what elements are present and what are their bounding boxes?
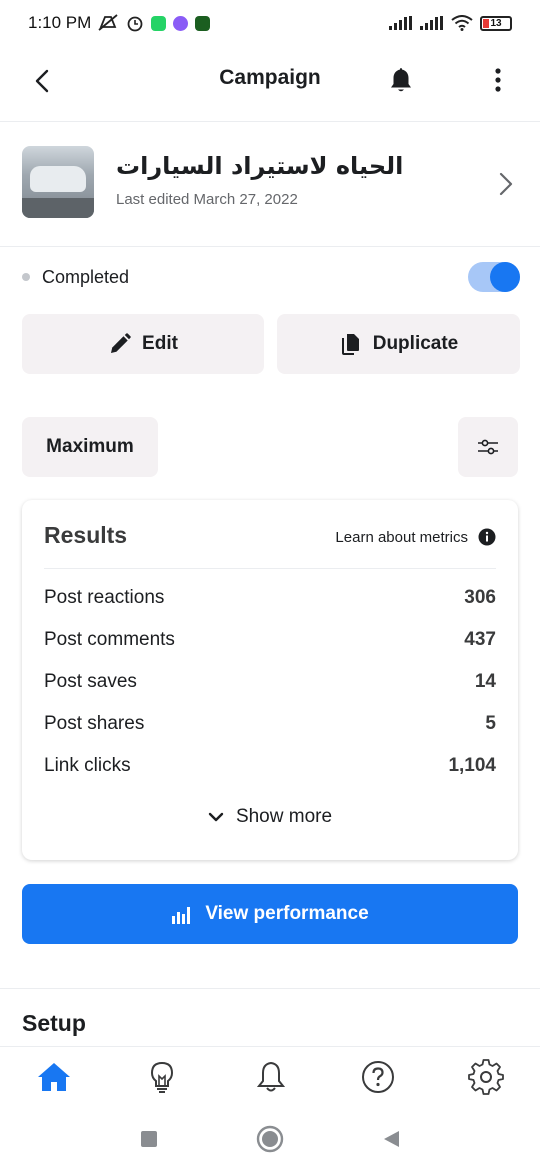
status-row: Completed (22, 262, 520, 294)
back-button[interactable] (376, 1124, 406, 1154)
metric-row: Post reactions 306 (44, 584, 496, 612)
circle-icon (256, 1125, 284, 1153)
bottom-navigation (0, 1046, 540, 1106)
status-dot (22, 273, 30, 281)
wifi-icon (451, 15, 473, 31)
metric-value: 5 (485, 713, 496, 734)
whatsapp-icon (151, 15, 167, 31)
home-button[interactable] (255, 1124, 285, 1154)
view-performance-button[interactable]: View performance (22, 884, 518, 944)
campaign-name: الحياه لاستيراد السيارات (116, 152, 404, 180)
metric-label: Link clicks (44, 755, 131, 776)
metric-value: 306 (464, 587, 496, 608)
thumbnail-car (30, 166, 86, 192)
more-vertical-icon[interactable] (490, 66, 506, 94)
metric-value: 437 (464, 629, 496, 650)
edit-button[interactable]: Edit (22, 314, 264, 374)
bar-chart-icon (172, 907, 191, 924)
metric-value: 14 (474, 671, 496, 692)
alarm-icon (127, 16, 143, 32)
nav-help[interactable] (358, 1057, 398, 1097)
campaign-toggle[interactable] (468, 262, 520, 292)
header-divider (0, 121, 540, 122)
metric-row: Link clicks 1,104 (44, 752, 496, 780)
home-icon (38, 1063, 70, 1091)
recents-button[interactable] (134, 1124, 164, 1154)
notification-icons (97, 14, 211, 32)
setup-heading: Setup (22, 1010, 86, 1036)
metric-row: Post comments 437 (44, 626, 496, 654)
info-icon (478, 528, 496, 546)
learn-metrics-link[interactable]: Learn about metrics (335, 528, 496, 546)
battery-icon: 13 (480, 15, 512, 31)
date-range-label: Maximum (46, 436, 134, 457)
thumbnail-road (22, 198, 94, 218)
chevron-right-icon (499, 172, 513, 196)
page-title: Campaign (219, 66, 321, 89)
settings-icon (468, 1059, 504, 1095)
lightbulb-icon (150, 1061, 174, 1093)
results-heading: Results (44, 522, 128, 548)
nav-ideas[interactable] (142, 1057, 182, 1097)
battery-level: 13 (490, 17, 502, 29)
bell-icon[interactable] (388, 66, 414, 94)
show-more-button[interactable]: Show more (22, 806, 518, 828)
metric-row: Post saves 14 (44, 668, 496, 696)
date-range-selector[interactable]: Maximum (22, 417, 158, 477)
help-icon (362, 1061, 394, 1093)
chevron-down-icon (208, 812, 224, 822)
system-navigation (0, 1106, 540, 1170)
metric-label: Post saves (44, 671, 137, 692)
mute-icon (98, 14, 118, 31)
toggle-knob (490, 262, 520, 292)
edit-label: Edit (142, 333, 178, 354)
system-indicators: 13 (389, 15, 512, 31)
metric-label: Post shares (44, 713, 145, 734)
clock: 1:10 PM (28, 13, 92, 32)
results-divider (44, 568, 496, 569)
nav-settings[interactable] (466, 1057, 506, 1097)
app-icon (195, 15, 211, 31)
metric-value: 1,104 (448, 755, 496, 776)
duplicate-label: Duplicate (372, 333, 459, 354)
square-icon (141, 1131, 157, 1147)
last-edited-text: Last edited March 27, 2022 (116, 191, 298, 208)
metric-label: Post comments (44, 629, 175, 650)
metric-label: Post reactions (44, 587, 165, 608)
duplicate-icon (341, 334, 359, 355)
nav-notifications[interactable] (251, 1057, 291, 1097)
campaign-divider (0, 246, 540, 247)
campaign-thumbnail (22, 146, 94, 218)
pencil-icon (111, 333, 131, 353)
results-card: Results Learn about metrics Post reactio… (22, 500, 518, 860)
messenger-icon (173, 15, 189, 31)
status-bar: 1:10 PM 13 (0, 0, 540, 46)
sliders-icon (478, 439, 498, 455)
campaign-summary[interactable]: الحياه لاستيراد السيارات Last edited Mar… (22, 146, 522, 222)
signal-icon (389, 16, 412, 30)
setup-divider (0, 988, 540, 989)
learn-metrics-label: Learn about metrics (335, 528, 468, 546)
signal-icon-2 (420, 16, 443, 30)
triangle-back-icon (384, 1131, 399, 1147)
metric-row: Post shares 5 (44, 710, 496, 738)
bell-icon (256, 1061, 286, 1092)
duplicate-button[interactable]: Duplicate (277, 314, 520, 374)
nav-home[interactable] (34, 1057, 74, 1097)
status-label: Completed (42, 267, 130, 287)
filter-settings-button[interactable] (458, 417, 518, 477)
view-performance-label: View performance (205, 903, 369, 924)
show-more-label: Show more (235, 806, 333, 827)
app-header: Campaign (0, 52, 540, 110)
